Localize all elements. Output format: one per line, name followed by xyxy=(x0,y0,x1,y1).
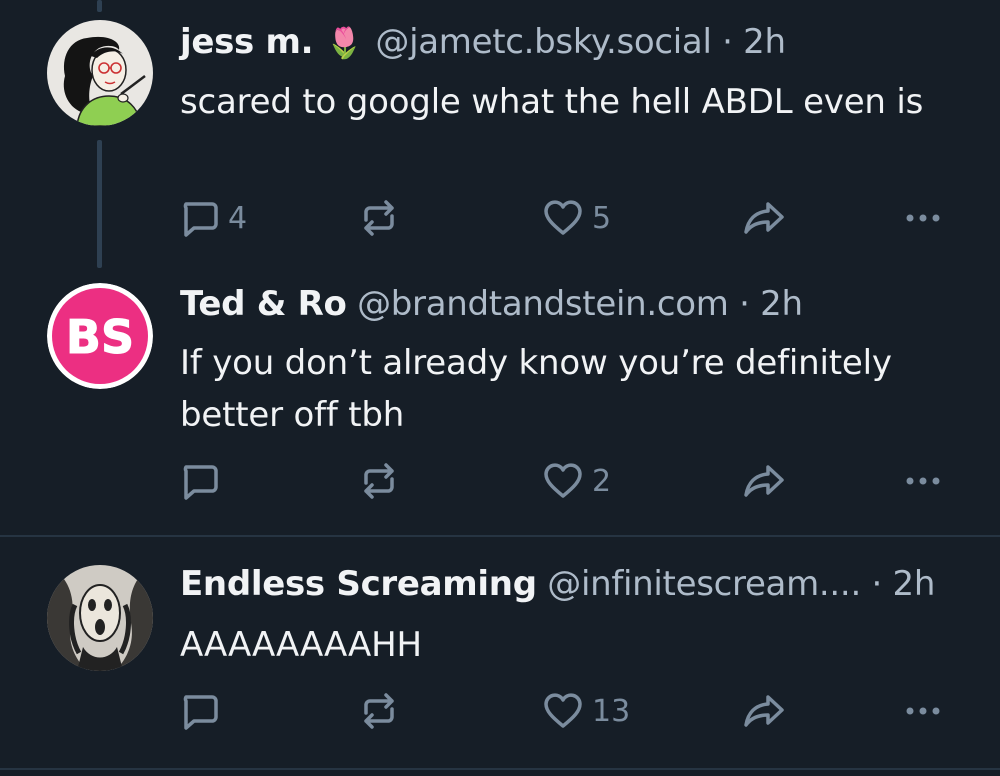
like-button[interactable]: 5 xyxy=(542,196,611,240)
reply-button[interactable] xyxy=(178,689,228,733)
like-button[interactable]: 13 xyxy=(542,689,630,733)
ellipsis-icon xyxy=(906,707,940,715)
repost-button[interactable] xyxy=(358,196,400,240)
reply-button[interactable] xyxy=(178,459,228,503)
thread-line-connector xyxy=(97,140,102,268)
separator-dot: · xyxy=(722,22,733,62)
timestamp[interactable]: 2h xyxy=(743,22,786,62)
reply-icon xyxy=(183,202,218,237)
avatar-ted-ro[interactable]: BS xyxy=(47,283,153,389)
ellipsis-icon xyxy=(906,477,940,485)
post-ted-ro[interactable]: BS Ted & Ro @brandtandstein.com · 2h If … xyxy=(0,275,1000,536)
handle[interactable]: @brandtandstein.com xyxy=(357,284,729,324)
repost-icon xyxy=(364,693,394,729)
like-count: 13 xyxy=(592,693,631,729)
share-icon xyxy=(744,465,784,497)
separator-dot: · xyxy=(871,564,882,604)
avatar-endless-screaming[interactable] xyxy=(47,565,153,671)
heart-icon xyxy=(544,693,582,728)
post-actions: 13 xyxy=(178,689,958,733)
post-header: jess m. 🌷 @jametc.bsky.social · 2h xyxy=(180,22,786,62)
the-scream-avatar-icon xyxy=(47,565,153,671)
post-header: Endless Screaming @infinitescream.... · … xyxy=(180,564,935,604)
repost-button[interactable] xyxy=(358,689,400,733)
timestamp[interactable]: 2h xyxy=(760,284,803,324)
like-count: 5 xyxy=(592,200,612,236)
share-button[interactable] xyxy=(742,459,786,503)
more-options-button[interactable] xyxy=(902,459,944,503)
heart-icon xyxy=(544,463,582,498)
share-button[interactable] xyxy=(742,196,786,240)
display-name[interactable]: Endless Screaming xyxy=(180,564,537,604)
handle[interactable]: @jametc.bsky.social xyxy=(375,22,712,62)
separator-dot: · xyxy=(739,284,750,324)
like-count: 2 xyxy=(592,463,612,499)
post-endless-screaming[interactable]: Endless Screaming @infinitescream.... · … xyxy=(0,537,1000,767)
like-button[interactable]: 2 xyxy=(542,459,611,503)
post-actions: 2 xyxy=(178,459,958,503)
reply-icon xyxy=(183,695,218,730)
bs-logo-text: BS xyxy=(66,310,134,364)
ellipsis-icon xyxy=(906,214,940,222)
reply-count: 4 xyxy=(228,200,248,236)
display-name[interactable]: Ted & Ro xyxy=(180,284,347,324)
display-name[interactable]: jess m. xyxy=(180,22,314,62)
post-text: scared to google what the hell ABDL even… xyxy=(180,82,924,122)
post-text: If you don’t already know you’re definit… xyxy=(180,343,892,435)
more-options-button[interactable] xyxy=(902,196,944,240)
more-options-button[interactable] xyxy=(902,689,944,733)
repost-icon xyxy=(364,200,394,236)
share-button[interactable] xyxy=(742,689,786,733)
timestamp[interactable]: 2h xyxy=(893,564,936,604)
post-actions: 4 5 xyxy=(178,196,958,240)
post-text: AAAAAAAAHH xyxy=(180,625,422,665)
repost-button[interactable] xyxy=(358,459,400,503)
heart-icon xyxy=(544,200,582,235)
post-divider xyxy=(0,768,1000,770)
post-jess[interactable]: jess m. 🌷 @jametc.bsky.social · 2h scare… xyxy=(0,0,1000,275)
illustrated-woman-avatar-icon xyxy=(47,20,153,126)
avatar-jess[interactable] xyxy=(47,20,153,126)
reply-button[interactable]: 4 xyxy=(178,196,247,240)
repost-icon xyxy=(364,463,394,499)
handle[interactable]: @infinitescream.... xyxy=(547,564,861,604)
reply-icon xyxy=(183,465,218,500)
tulip-emoji-icon: 🌷 xyxy=(325,26,363,61)
share-icon xyxy=(744,202,784,234)
post-header: Ted & Ro @brandtandstein.com · 2h xyxy=(180,284,803,324)
share-icon xyxy=(744,695,784,727)
bs-logo-avatar-icon: BS xyxy=(47,283,153,389)
